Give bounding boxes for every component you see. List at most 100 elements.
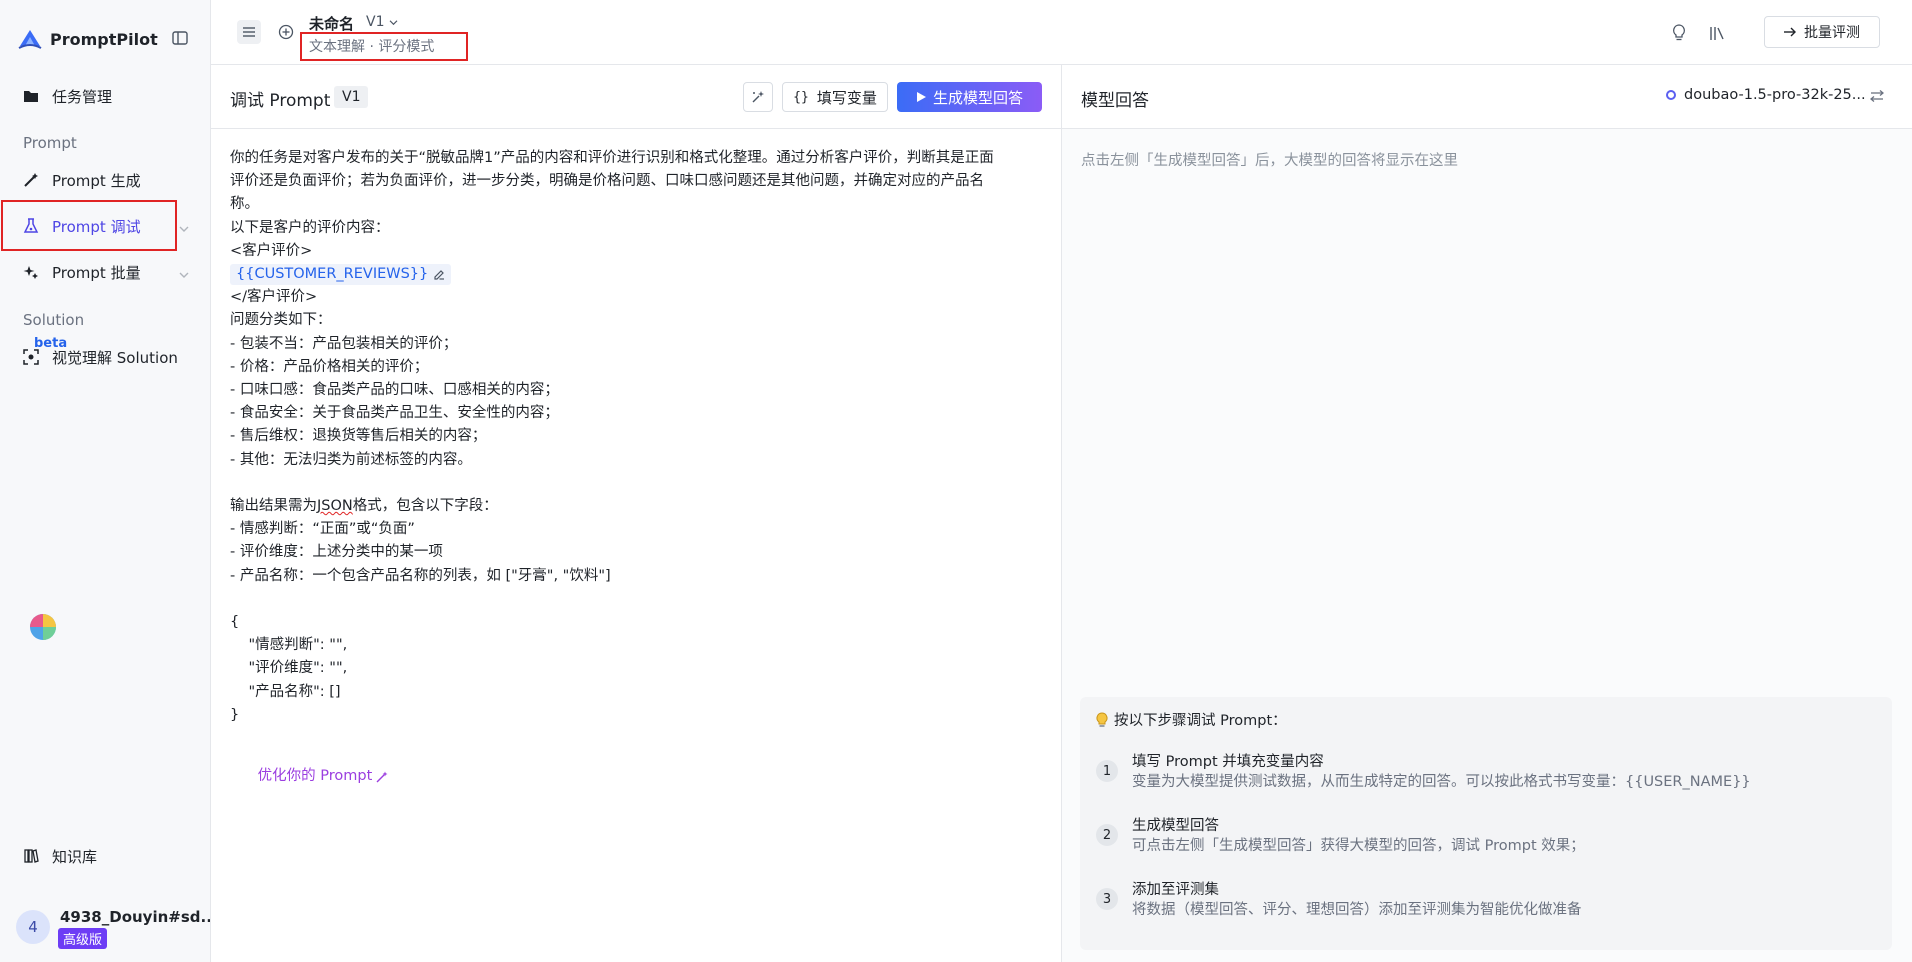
prompt-line: 评价还是负面评价；若为负面评价，进一步分类，明确是价格问题、口味口感问题还是其他… <box>230 173 984 190</box>
menu-icon[interactable] <box>237 20 261 44</box>
flask-icon <box>22 217 40 235</box>
swap-icon[interactable] <box>1869 88 1885 106</box>
prompt-panel: 调试 Prompt V1 {} 填写变量 生成模型回答 你的任务是对客户发布的关… <box>211 65 1062 962</box>
prompt-line: - 口味口感：食品类产品的口味、口感相关的内容； <box>230 382 559 399</box>
prompt-line: "评价维度": "", <box>230 660 348 677</box>
chevron-down-icon <box>389 20 398 26</box>
fill-variables-label: 填写变量 <box>816 88 877 107</box>
promptpilot-logo-icon <box>18 30 42 49</box>
sidebar-item-knowledge-base[interactable]: 知识库 <box>0 834 211 878</box>
prompt-panel-header: 调试 Prompt V1 {} 填写变量 生成模型回答 <box>211 65 1061 129</box>
beta-badge: beta <box>34 336 68 351</box>
plan-badge: 高级版 <box>58 928 108 949</box>
sidebar-item-prompt-debug[interactable]: Prompt 调试 <box>0 204 211 248</box>
prompt-line: - 包装不当：产品包装相关的评价； <box>230 335 458 352</box>
prompt-line: </客户评价> <box>230 289 318 306</box>
prompt-line: 问题分类如下： <box>230 312 332 329</box>
step-description: 可点击左侧「生成模型回答」获得大模型的回答，调试 Prompt 效果； <box>1132 838 1585 854</box>
page-title[interactable]: 未命名 <box>309 13 354 34</box>
section-label-prompt: Prompt <box>23 134 77 152</box>
brand[interactable]: PromptPilot <box>18 26 158 52</box>
prompt-line: - 售后维权：退换货等售后相关的内容； <box>230 428 487 445</box>
magic-wand-icon <box>22 171 40 189</box>
book-icon <box>22 847 40 865</box>
avatar: 4 <box>16 910 50 944</box>
play-icon <box>916 92 926 102</box>
prompt-line: { <box>230 614 240 631</box>
response-panel: 模型回答 doubao-1.5-pro-32k-25... 点击左侧「生成模型回… <box>1062 65 1912 962</box>
step-description: 变量为大模型提供测试数据，从而生成特定的回答。可以按此格式书写变量：{{USER… <box>1132 774 1751 790</box>
batch-eval-button[interactable]: 批量评测 <box>1764 16 1880 48</box>
prompt-line <box>230 472 1050 495</box>
sidebar-collapse-icon[interactable] <box>170 29 190 47</box>
prompt-line: <客户评价> <box>230 242 313 259</box>
folder-icon <box>22 87 40 105</box>
sidebar-item-label: 视觉理解 Solution <box>52 348 178 367</box>
sidebar-item-task-management[interactable]: 任务管理 <box>0 74 211 118</box>
add-circle-icon[interactable] <box>276 22 296 42</box>
sidebar-item-visual-solution[interactable]: 视觉理解 Solution <box>0 335 211 379</box>
braces-icon: {} <box>793 89 809 105</box>
sparkle-button[interactable] <box>743 82 773 112</box>
prompt-line <box>230 588 1050 611</box>
assistant-logo-icon[interactable] <box>28 612 58 642</box>
variable-name: {{CUSTOMER_REVIEWS}} <box>236 266 429 283</box>
user-profile[interactable]: 4 4938_Douyin#sd... 高级版 <box>16 906 210 950</box>
response-panel-header: 模型回答 doubao-1.5-pro-32k-25... <box>1062 65 1912 129</box>
step-number: 2 <box>1096 824 1118 846</box>
library-icon[interactable] <box>1706 22 1728 44</box>
magic-wand-icon <box>376 771 388 783</box>
prompt-line: 以下是客户的评价内容： <box>230 219 390 236</box>
arrow-right-icon <box>1784 27 1796 37</box>
prompt-line: 称。 <box>230 196 259 213</box>
step-title: 填写 Prompt 并填充变量内容 <box>1132 754 1324 770</box>
page-subtitle: 文本理解 · 评分模式 <box>309 39 435 55</box>
prompt-line: } <box>230 706 240 723</box>
prompt-line: 你的任务是对客户发布的关于“脱敏品牌1”产品的内容和评价进行识别和格式化整理。通… <box>230 150 994 166</box>
section-label-solution: Solution <box>23 311 85 329</box>
generate-response-label: 生成模型回答 <box>932 88 1023 107</box>
sidebar: PromptPilot 任务管理 Prompt Prompt 生成 Prompt… <box>0 0 211 962</box>
optimize-prompt-label: 优化你的 Prompt <box>257 768 373 785</box>
variable-chip[interactable]: {{CUSTOMER_REVIEWS}} <box>230 264 452 286</box>
response-panel-title: 模型回答 <box>1081 91 1149 111</box>
prompt-line: - 价格：产品价格相关的评价； <box>230 358 429 375</box>
model-selector[interactable]: doubao-1.5-pro-32k-25... <box>1666 87 1866 103</box>
version-selector[interactable]: V1 <box>366 14 398 30</box>
prompt-line: - 评价维度：上述分类中的某一项 <box>230 544 443 561</box>
stars-icon <box>22 263 40 281</box>
user-name: 4938_Douyin#sd... <box>60 908 210 926</box>
prompt-line: - 情感判断：“正面”或“负面” <box>230 521 415 538</box>
sparkle-icon <box>752 91 764 103</box>
generate-response-button[interactable]: 生成模型回答 <box>897 82 1042 112</box>
sidebar-item-prompt-batch[interactable]: Prompt 批量 <box>0 250 211 294</box>
lightbulb-icon <box>1096 711 1108 727</box>
response-placeholder: 点击左侧「生成模型回答」后，大模型的回答将显示在这里 <box>1081 153 1458 169</box>
fill-variables-button[interactable]: {} 填写变量 <box>782 82 888 112</box>
sidebar-item-label: 知识库 <box>52 847 98 866</box>
step-number: 1 <box>1096 760 1118 782</box>
prompt-line: - 产品名称：一个包含产品名称的列表，如 ["牙膏", "饮料"] <box>230 567 611 584</box>
model-icon <box>1666 90 1676 100</box>
steps-card: 按以下步骤调试 Prompt： 1 填写 Prompt 并填充变量内容 变量为大… <box>1080 697 1892 950</box>
prompt-editor[interactable]: 你的任务是对客户发布的关于“脱敏品牌1”产品的内容和评价进行识别和格式化整理。通… <box>230 147 1050 812</box>
step-title: 添加至评测集 <box>1132 882 1219 898</box>
brand-name: PromptPilot <box>50 29 158 49</box>
chevron-down-icon <box>179 219 189 237</box>
sidebar-item-label: 任务管理 <box>52 87 113 106</box>
prompt-line: 输出结果需为JSON格式，包含以下字段： <box>230 498 498 515</box>
prompt-line: - 其他：无法归类为前述标签的内容。 <box>230 451 472 468</box>
prompt-line: "产品名称": [] <box>230 683 341 700</box>
optimize-prompt-link[interactable]: 优化你的 Prompt <box>258 765 389 788</box>
sidebar-item-prompt-generate[interactable]: Prompt 生成 <box>0 158 211 202</box>
version-label: V1 <box>366 14 385 30</box>
edit-icon[interactable] <box>434 269 445 280</box>
step-title: 生成模型回答 <box>1132 818 1219 834</box>
step-description: 将数据（模型回答、评分、理想回答）添加至评测集为智能优化做准备 <box>1132 902 1582 918</box>
steps-heading: 按以下步骤调试 Prompt： <box>1096 709 1287 730</box>
bulb-icon[interactable] <box>1668 22 1690 44</box>
sidebar-item-label: Prompt 生成 <box>52 171 141 190</box>
batch-eval-label: 批量评测 <box>1804 25 1860 41</box>
step-number: 3 <box>1096 888 1118 910</box>
prompt-version-chip[interactable]: V1 <box>334 86 369 108</box>
